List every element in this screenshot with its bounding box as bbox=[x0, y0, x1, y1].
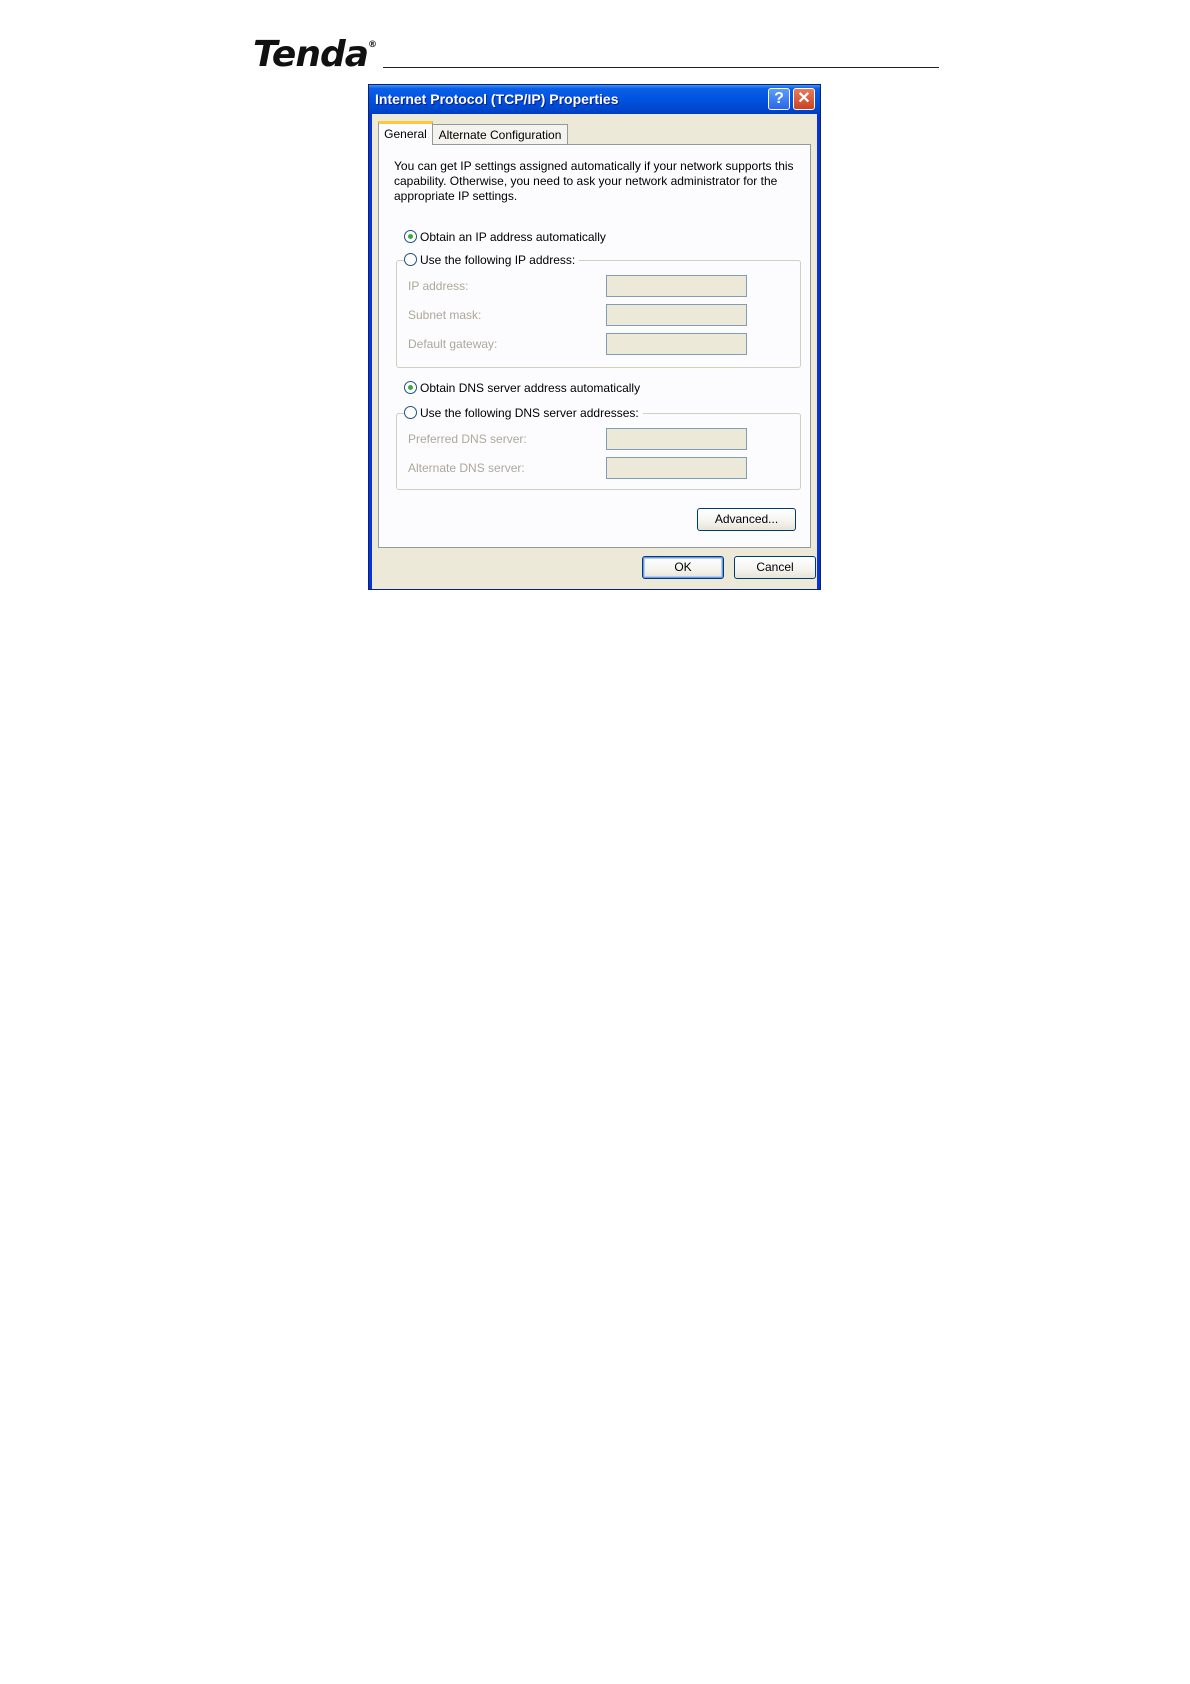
obtain-dns-auto-option[interactable]: Obtain DNS server address automatically bbox=[404, 380, 645, 396]
default-gateway-field[interactable] bbox=[606, 333, 747, 355]
preferred-dns-field[interactable] bbox=[606, 428, 747, 450]
close-icon: ✕ bbox=[797, 90, 811, 107]
dialog-title: Internet Protocol (TCP/IP) Properties bbox=[375, 91, 619, 107]
cancel-button[interactable]: Cancel bbox=[734, 556, 816, 579]
obtain-dns-auto-label: Obtain DNS server address automatically bbox=[420, 380, 641, 395]
default-gateway-label: Default gateway: bbox=[408, 337, 498, 351]
preferred-dns-label: Preferred DNS server: bbox=[408, 432, 527, 446]
ip-address-field[interactable] bbox=[606, 275, 747, 297]
help-button[interactable]: ? bbox=[768, 88, 790, 110]
subnet-mask-label: Subnet mask: bbox=[408, 308, 482, 322]
header-rule bbox=[383, 67, 939, 68]
tenda-logo: Tenda® bbox=[253, 34, 377, 75]
obtain-dns-auto-radio[interactable] bbox=[404, 381, 417, 395]
dialog-client-area: General Alternate Configuration You can … bbox=[372, 114, 817, 589]
use-following-ip-radio[interactable] bbox=[404, 253, 417, 267]
title-bar[interactable]: Internet Protocol (TCP/IP) Properties ? … bbox=[369, 85, 820, 114]
obtain-ip-auto-radio[interactable] bbox=[404, 230, 417, 244]
registered-mark: ® bbox=[368, 40, 377, 50]
use-following-dns-label: Use the following DNS server addresses: bbox=[420, 405, 639, 420]
ip-address-label: IP address: bbox=[408, 279, 469, 293]
description-text: You can get IP settings assigned automat… bbox=[394, 159, 794, 203]
advanced-button[interactable]: Advanced... bbox=[697, 508, 796, 531]
use-following-dns-radio[interactable] bbox=[404, 406, 417, 420]
close-button[interactable]: ✕ bbox=[793, 88, 815, 110]
use-following-ip-option[interactable]: Use the following IP address: bbox=[404, 252, 580, 268]
tab-general[interactable]: General bbox=[378, 121, 433, 145]
alternate-dns-field[interactable] bbox=[606, 457, 747, 479]
use-following-ip-label: Use the following IP address: bbox=[420, 252, 576, 267]
general-tab-panel: You can get IP settings assigned automat… bbox=[378, 144, 811, 548]
obtain-ip-auto-option[interactable]: Obtain an IP address automatically bbox=[404, 229, 610, 245]
use-following-dns-option[interactable]: Use the following DNS server addresses: bbox=[404, 405, 643, 421]
subnet-mask-field[interactable] bbox=[606, 304, 747, 326]
help-icon: ? bbox=[774, 90, 784, 107]
obtain-ip-auto-label: Obtain an IP address automatically bbox=[420, 229, 606, 244]
tab-alternate-configuration[interactable]: Alternate Configuration bbox=[432, 124, 568, 145]
ok-button[interactable]: OK bbox=[642, 556, 724, 579]
alternate-dns-label: Alternate DNS server: bbox=[408, 461, 525, 475]
brand-name: Tenda bbox=[253, 34, 369, 75]
tcpip-properties-dialog: Internet Protocol (TCP/IP) Properties ? … bbox=[368, 84, 821, 590]
